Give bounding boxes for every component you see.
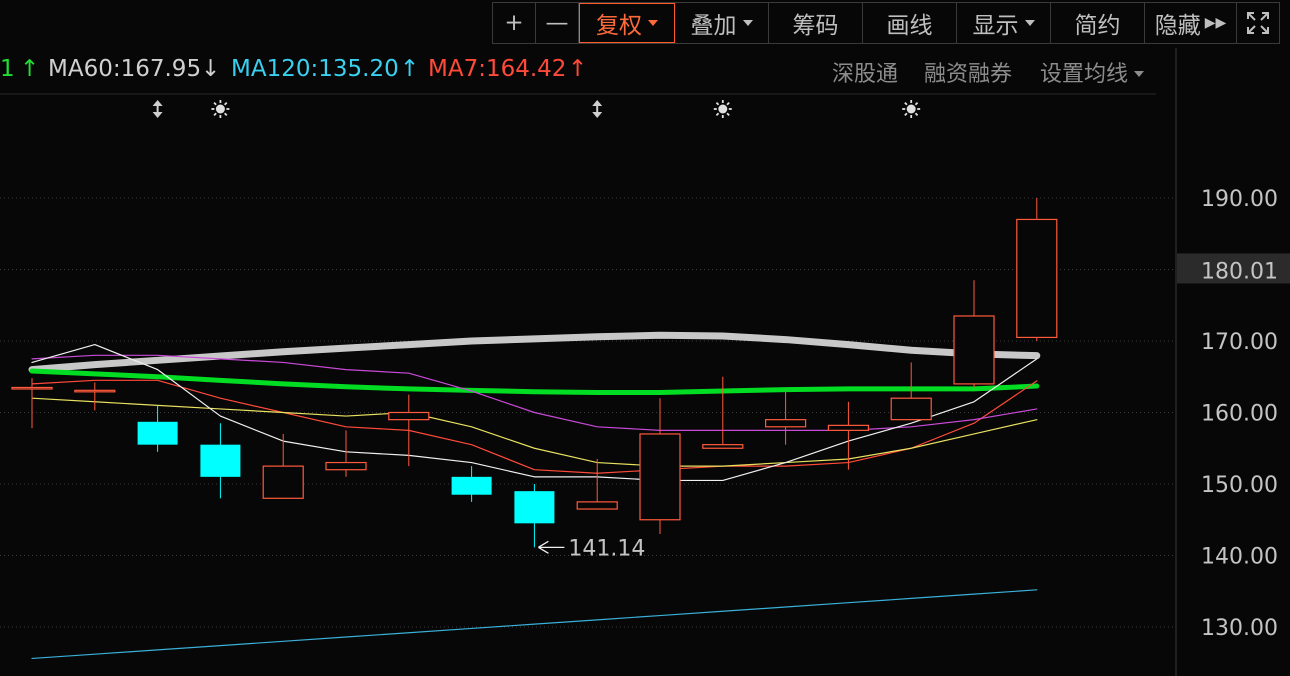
ma-line-ma60 xyxy=(28,331,1041,374)
sun-ray xyxy=(904,112,908,117)
arrow-down-icon: ↓ xyxy=(201,56,221,82)
ma-settings-menu[interactable]: 设置均线 xyxy=(1040,56,1145,88)
candle-body-up xyxy=(11,386,53,390)
candle-body-up xyxy=(702,444,744,449)
candle-body-down xyxy=(451,476,492,495)
candle-body-up xyxy=(325,461,367,471)
y-tick-label: 130.00 xyxy=(1201,616,1278,641)
fuquan-label: 复权 xyxy=(596,13,642,39)
jianyue-button[interactable]: 简约 xyxy=(1051,3,1145,43)
yincang-label: 隐藏 xyxy=(1154,13,1201,39)
low-price-label: 141.14 xyxy=(568,536,645,561)
xianshi-button[interactable]: 显示 xyxy=(957,3,1051,43)
low-arrow-icon xyxy=(538,540,565,554)
sun-mark-icon xyxy=(906,104,916,114)
kline-chart[interactable]: 190.00180.00170.00160.00150.00140.00130.… xyxy=(0,0,1290,676)
ma-line-ma120 xyxy=(31,589,1038,660)
fullscreen-button[interactable] xyxy=(1237,3,1279,43)
fuquan-button[interactable]: 复权 xyxy=(579,3,675,43)
ma60-value: MA60:167.95 xyxy=(48,56,202,82)
candle-body-up xyxy=(576,501,618,510)
ma7-value: MA7:164.42 xyxy=(428,56,567,82)
sun-ray xyxy=(914,101,919,106)
candle-body-up xyxy=(953,315,995,385)
sun-mark-icon xyxy=(215,104,225,114)
candle-body-up xyxy=(262,465,304,499)
sgt-link[interactable]: 深股通 xyxy=(832,56,898,88)
current-price-label: 180.01 xyxy=(1201,259,1278,284)
ma-cut-value: 1 xyxy=(0,56,15,82)
chouma-button[interactable]: 筹码 xyxy=(769,3,863,43)
sun-ray xyxy=(715,112,720,117)
diejia-button[interactable]: 叠加 xyxy=(675,3,769,43)
sun-ray xyxy=(213,101,217,106)
candle-body-down xyxy=(137,421,178,445)
chart-toolbar: + — 复权 叠加 筹码 画线 显示 简约 隐藏 ▶▶ xyxy=(492,2,1280,44)
candle-body-up xyxy=(74,389,116,393)
zoom-out-button[interactable]: — xyxy=(536,3,579,43)
ma120-value: MA120:135.20 xyxy=(231,56,399,82)
chevron-down-icon xyxy=(1024,20,1035,26)
sun-ray xyxy=(914,112,919,117)
ma-settings-label: 设置均线 xyxy=(1040,62,1129,87)
sun-ray xyxy=(715,101,720,106)
chevron-down-icon xyxy=(1134,71,1145,77)
sun-ray xyxy=(224,101,228,106)
candle-body-down xyxy=(200,444,241,477)
candle-body-up xyxy=(764,419,807,428)
chevron-down-icon xyxy=(742,20,753,26)
arrow-up-icon: ↑ xyxy=(568,56,588,82)
candle-body-up xyxy=(639,433,681,521)
candle-body-up xyxy=(890,397,932,421)
double-right-icon: ▶▶ xyxy=(1204,15,1227,31)
candle-body-up xyxy=(388,411,430,421)
xianshi-label: 显示 xyxy=(972,13,1019,39)
sun-ray xyxy=(904,101,908,106)
sun-ray xyxy=(224,112,228,117)
y-tick-label: 150.00 xyxy=(1201,473,1278,498)
ma-line-ma_green xyxy=(29,368,1040,395)
sun-ray xyxy=(213,112,217,117)
rzrq-link[interactable]: 融资融券 xyxy=(924,56,1012,88)
ma-line-yellow xyxy=(31,397,1038,467)
sun-ray xyxy=(726,101,730,106)
diejia-label: 叠加 xyxy=(690,13,737,39)
sun-mark-icon xyxy=(718,104,728,114)
fullscreen-icon xyxy=(1247,12,1269,34)
candle-body-down xyxy=(514,491,555,524)
zoom-in-button[interactable]: + xyxy=(493,3,536,43)
ma-line-ma7 xyxy=(31,379,1038,474)
candle-body-up xyxy=(1016,218,1058,339)
y-tick-label: 160.00 xyxy=(1201,402,1278,427)
arrow-up-icon: ↑ xyxy=(20,56,40,82)
huaxian-button[interactable]: 画线 xyxy=(863,3,957,43)
y-tick-label: 170.00 xyxy=(1201,330,1278,355)
y-tick-label: 190.00 xyxy=(1201,187,1278,212)
sun-ray xyxy=(726,112,730,117)
candle-body-up xyxy=(827,424,870,431)
yincang-button[interactable]: 隐藏 ▶▶ xyxy=(1145,3,1237,43)
chevron-down-icon xyxy=(648,20,658,26)
arrow-up-icon: ↑ xyxy=(400,56,420,82)
y-tick-label: 140.00 xyxy=(1201,545,1278,570)
